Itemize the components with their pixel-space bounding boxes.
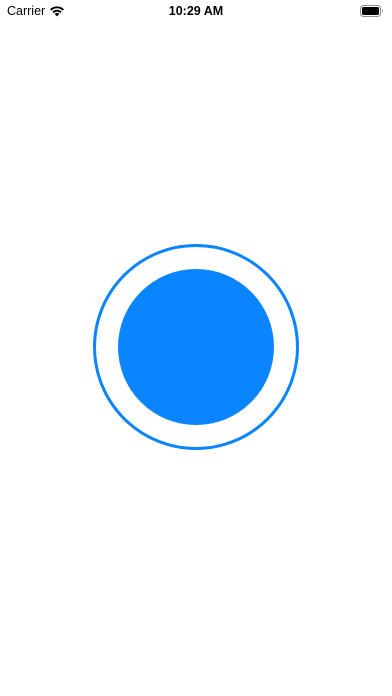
record-circle-icon[interactable]: [93, 244, 299, 450]
battery-icon: [360, 5, 383, 17]
status-bar: Carrier 10:29 AM: [0, 0, 392, 22]
status-time: 10:29 AM: [168, 4, 224, 18]
main-content: [0, 22, 392, 696]
record-inner-dot: [118, 269, 274, 425]
